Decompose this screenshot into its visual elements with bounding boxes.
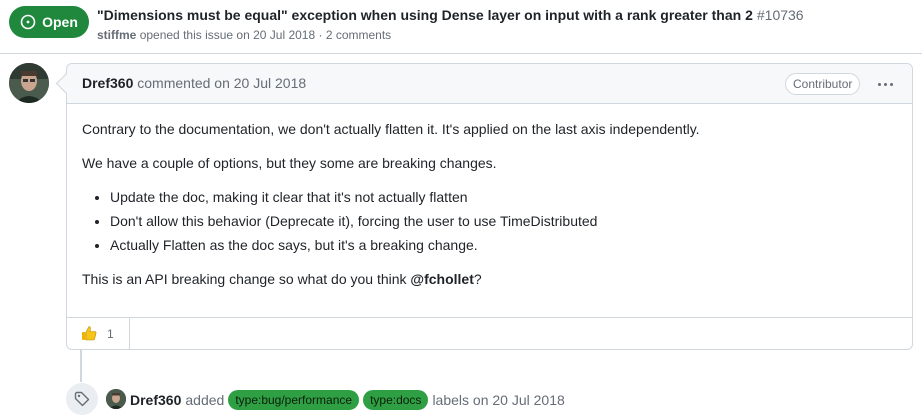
user-mention-link[interactable]: @fchollet — [410, 271, 473, 287]
issue-header: Open "Dimensions must be equal" exceptio… — [0, 0, 922, 54]
thumbs-up-icon — [81, 325, 97, 344]
event-actor-avatar[interactable] — [106, 389, 126, 409]
list-item: Don't allow this behavior (Deprecate it)… — [110, 211, 897, 231]
event-suffix[interactable]: labels on 20 Jul 2018 — [432, 392, 564, 408]
event-text: Dref360 added type:bug/performance type:… — [130, 390, 565, 410]
event-verb: added — [185, 392, 225, 408]
reaction-count: 1 — [107, 327, 114, 341]
tag-icon — [66, 383, 98, 415]
label-event: Dref360 added type:bug/performance type:… — [66, 383, 916, 415]
comment-box: Dref360 commented on 20 Jul 2018 Contrib… — [66, 63, 913, 350]
comment-timestamp[interactable]: commented on 20 Jul 2018 — [137, 75, 306, 91]
kebab-horizontal-icon[interactable] — [873, 74, 897, 94]
comment-body: Contrary to the documentation, we don't … — [82, 119, 897, 303]
list-item: Update the doc, making it clear that it'… — [110, 187, 897, 207]
issue-title: "Dimensions must be equal" exception whe… — [97, 7, 804, 23]
issue-author-link[interactable]: stiffme — [97, 28, 136, 42]
issue-number: #10736 — [756, 7, 804, 23]
comment-author-link[interactable]: Dref360 — [82, 75, 133, 91]
issue-state-badge: Open — [9, 6, 89, 38]
issue-meta: stiffme opened this issue on 20 Jul 2018… — [97, 28, 391, 42]
comment-option-list: Update the doc, making it clear that it'… — [110, 187, 897, 255]
reactions-bar: 1 — [67, 317, 912, 350]
contributor-badge: Contributor — [785, 73, 861, 95]
commenter-avatar[interactable] — [9, 63, 49, 103]
comment-closing-text: This is an API breaking change so what d… — [82, 271, 411, 287]
thumbs-up-reaction-button[interactable]: 1 — [67, 318, 130, 350]
issue-opened-icon — [20, 14, 36, 30]
event-actor-link[interactable]: Dref360 — [130, 392, 181, 408]
comment-header: Dref360 commented on 20 Jul 2018 Contrib… — [67, 64, 912, 104]
comment-paragraph: Contrary to the documentation, we don't … — [82, 121, 700, 137]
comment-author-line: Dref360 commented on 20 Jul 2018 — [82, 75, 306, 91]
comment-closing-suffix: ? — [473, 271, 482, 287]
issue-state-label: Open — [42, 14, 78, 30]
comment-closing: This is an API breaking change so what d… — [82, 269, 897, 289]
list-item: Actually Flatten as the doc says, but it… — [110, 235, 897, 255]
timeline-connector — [80, 350, 82, 382]
label-bug-performance[interactable]: type:bug/performance — [228, 390, 360, 410]
comment-paragraph: We have a couple of options, but they so… — [82, 155, 497, 171]
issue-opened-text: opened this issue on 20 Jul 2018 · 2 com… — [139, 28, 392, 42]
issue-title-text[interactable]: "Dimensions must be equal" exception whe… — [97, 7, 753, 23]
label-docs[interactable]: type:docs — [363, 390, 429, 410]
